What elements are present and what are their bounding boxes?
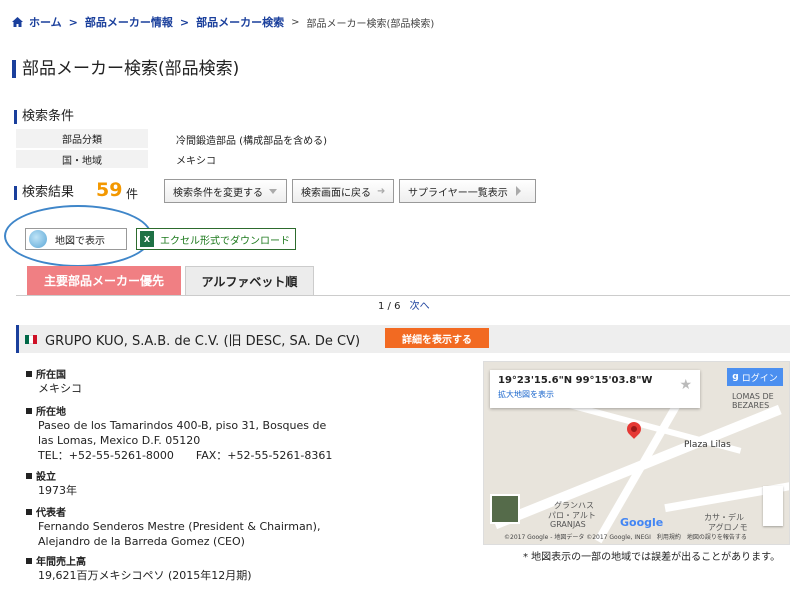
table-row: 部品分類 冷間鍛造部品 (構成部品を含める) bbox=[16, 129, 327, 150]
map-label: GRANJAS bbox=[550, 520, 586, 529]
star-icon[interactable]: ★ bbox=[679, 377, 692, 393]
bullet-icon bbox=[26, 472, 32, 479]
results-heading: 検索結果 bbox=[14, 186, 74, 200]
map-note: * 地図表示の一部の地域では誤差が出ることがあります。 bbox=[523, 552, 781, 563]
condition-label: 国・地域 bbox=[16, 149, 148, 170]
condition-value: 冷間鍛造部品 (構成部品を含める) bbox=[176, 135, 327, 147]
google-logo: Google bbox=[620, 516, 664, 529]
map-login-label: ログイン bbox=[741, 373, 778, 384]
change-conditions-button[interactable]: 検索条件を変更する bbox=[164, 179, 287, 203]
map-login-button[interactable]: g ログイン bbox=[727, 368, 783, 386]
pager: 1 / 6 次へ bbox=[378, 297, 430, 312]
field-value: Alejandro de la Barreda Gomez (CEO) bbox=[38, 535, 245, 548]
show-details-button[interactable]: 詳細を表示する bbox=[385, 328, 489, 348]
page-title: 部品メーカー検索(部品検索) bbox=[12, 60, 239, 78]
result-count: 59 bbox=[96, 179, 123, 201]
supplier-list-label: サプライヤー一覧表示 bbox=[408, 187, 508, 199]
zoom-control[interactable] bbox=[763, 486, 783, 526]
field-value: 19,621百万メキシコペソ (2015年12月期) bbox=[38, 569, 252, 582]
tab-major-makers[interactable]: 主要部品メーカー優先 bbox=[27, 266, 181, 295]
breadcrumb-separator: > bbox=[68, 15, 78, 29]
breadcrumb-item-parts-search[interactable]: 部品メーカー検索 bbox=[196, 14, 284, 30]
field-value: メキシコ bbox=[38, 382, 82, 395]
map-coordinates: 19°23'15.6"N 99°15'03.8"W bbox=[498, 375, 653, 386]
excel-download-button[interactable]: X エクセル形式でダウンロード bbox=[136, 228, 296, 250]
conditions-table: 部品分類 冷間鍛造部品 (構成部品を含める) 国・地域 メキシコ bbox=[16, 129, 327, 170]
field-label: 所在地 bbox=[36, 407, 66, 418]
satellite-toggle[interactable] bbox=[490, 494, 520, 524]
map-attribution: ©2017 Google - 地図データ ©2017 Google, INEGI… bbox=[504, 534, 747, 541]
company-name: GRUPO KUO, S.A.B. de C.V. (旧 DESC, SA. D… bbox=[45, 333, 361, 349]
table-row: 国・地域 メキシコ bbox=[16, 149, 327, 170]
enlarge-map-link[interactable]: 拡大地図を表示 bbox=[498, 389, 692, 400]
map-label: Plaza Lilas bbox=[684, 440, 731, 450]
bullet-icon bbox=[26, 557, 32, 564]
change-conditions-label: 検索条件を変更する bbox=[173, 187, 263, 199]
condition-label: 部品分類 bbox=[16, 129, 148, 150]
field-country: 所在国 メキシコ bbox=[26, 366, 82, 396]
pager-position: 1 / 6 bbox=[378, 301, 401, 312]
chevron-down-icon bbox=[269, 188, 277, 194]
tab-divider bbox=[16, 295, 790, 296]
bullet-icon bbox=[26, 370, 32, 377]
back-to-search-button[interactable]: 検索画面に戻る ➜ bbox=[292, 179, 394, 203]
breadcrumb-current: 部品メーカー検索(部品検索) bbox=[306, 18, 435, 30]
pager-next-link[interactable]: 次へ bbox=[410, 301, 430, 312]
breadcrumb: ホーム > 部品メーカー情報 > 部品メーカー検索 > 部品メーカー検索(部品検… bbox=[12, 14, 434, 30]
tab-alphabetical[interactable]: アルファベット順 bbox=[185, 266, 314, 295]
field-founded: 設立 1973年 bbox=[26, 468, 77, 498]
globe-icon bbox=[29, 230, 47, 248]
field-value: las Lomas, Mexico D.F. 05120 bbox=[38, 434, 201, 447]
field-revenue: 年間売上高 19,621百万メキシコペソ (2015年12月期) bbox=[26, 553, 252, 583]
show-map-label: 地図で表示 bbox=[55, 235, 105, 247]
field-address: 所在地 Paseo de los Tamarindos 400-B, piso … bbox=[26, 403, 332, 463]
company-map[interactable]: 19°23'15.6"N 99°15'03.8"W 拡大地図を表示 ★ g ログ… bbox=[483, 361, 790, 545]
condition-value: メキシコ bbox=[176, 155, 216, 167]
field-label: 設立 bbox=[36, 472, 56, 483]
breadcrumb-item-parts-info[interactable]: 部品メーカー情報 bbox=[85, 14, 173, 30]
field-value: TEL：+52-55-5261-8000 FAX：+52-55-5261-836… bbox=[38, 449, 333, 462]
field-label: 代表者 bbox=[36, 508, 66, 519]
google-plus-icon: g bbox=[732, 372, 739, 382]
mexico-flag-icon bbox=[25, 334, 37, 344]
bullet-icon bbox=[26, 508, 32, 515]
back-to-search-label: 検索画面に戻る bbox=[301, 187, 371, 199]
result-unit: 件 bbox=[126, 187, 139, 201]
show-map-button[interactable]: 地図で表示 bbox=[25, 228, 127, 250]
excel-download-label: エクセル形式でダウンロード bbox=[160, 235, 290, 247]
field-value: Paseo de los Tamarindos 400-B, piso 31, … bbox=[38, 419, 327, 432]
field-value: 1973年 bbox=[38, 484, 77, 497]
field-label: 所在国 bbox=[36, 370, 66, 381]
map-label: LOMAS DE BEZARES bbox=[732, 392, 774, 410]
supplier-list-button[interactable]: サプライヤー一覧表示 bbox=[399, 179, 536, 203]
breadcrumb-home[interactable]: ホーム bbox=[29, 14, 62, 30]
field-representative: 代表者 Fernando Senderos Mestre (President … bbox=[26, 504, 320, 549]
arrow-right-icon: ➜ bbox=[377, 185, 386, 197]
field-value: Fernando Senderos Mestre (President & Ch… bbox=[38, 520, 321, 533]
breadcrumb-separator: > bbox=[291, 16, 300, 28]
chevron-right-icon bbox=[515, 186, 521, 196]
home-icon bbox=[12, 17, 23, 27]
breadcrumb-separator: > bbox=[179, 15, 190, 29]
map-info-window: 19°23'15.6"N 99°15'03.8"W 拡大地図を表示 ★ bbox=[490, 370, 700, 408]
field-label: 年間売上高 bbox=[36, 557, 86, 568]
excel-icon: X bbox=[140, 231, 154, 247]
bullet-icon bbox=[26, 407, 32, 414]
conditions-heading: 検索条件 bbox=[14, 110, 74, 124]
